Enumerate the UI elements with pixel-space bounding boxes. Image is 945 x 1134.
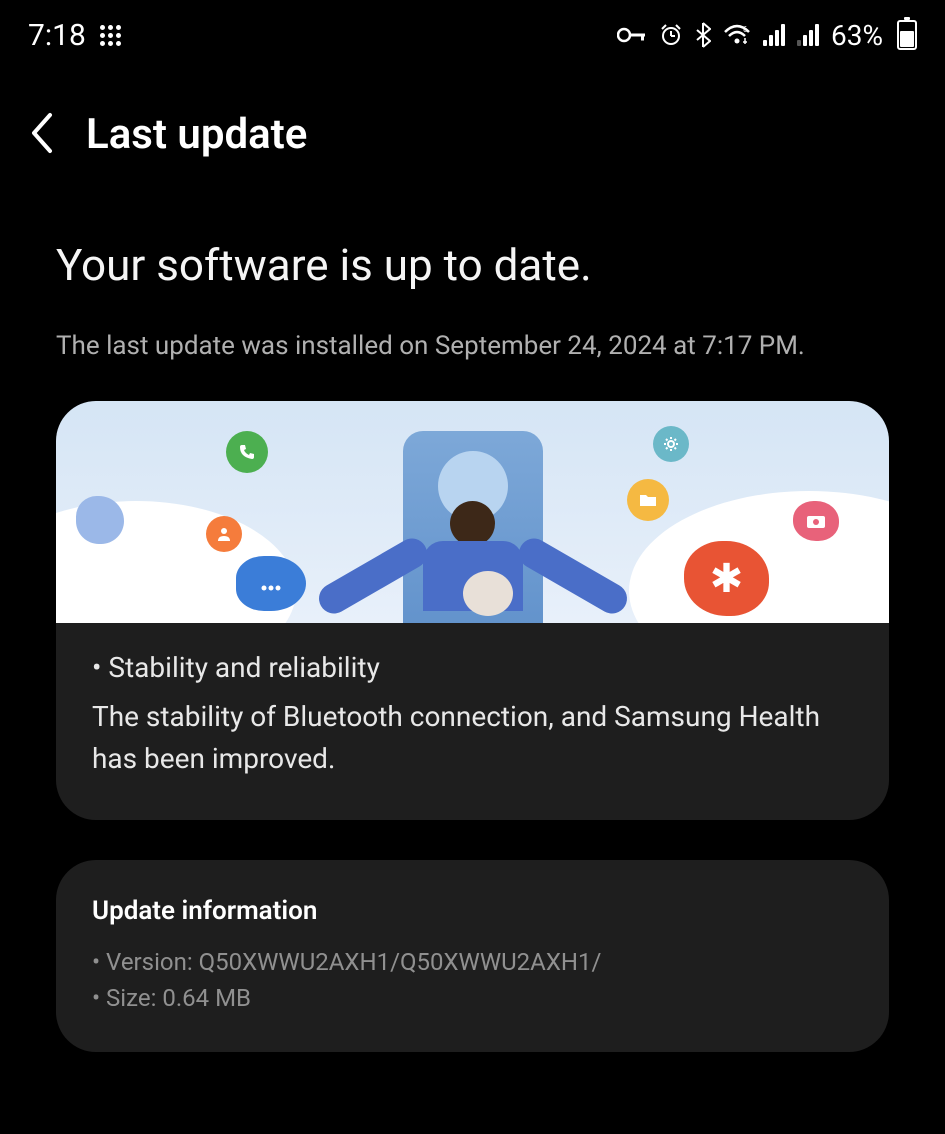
update-bullet-title: • Stability and reliability — [92, 651, 853, 684]
contact-icon — [206, 516, 242, 552]
status-right: 6 63% — [617, 19, 917, 52]
info-version: • Version: Q50XWWU2AXH1/Q50XWWU2AXH1/ — [92, 944, 853, 980]
back-button[interactable] — [28, 111, 56, 159]
camera-icon — [793, 501, 839, 541]
main-heading: Your software is up to date. — [56, 239, 889, 291]
content: Your software is up to date. The last up… — [0, 239, 945, 1052]
app-grid-icon — [100, 25, 121, 46]
info-size: • Size: 0.64 MB — [92, 980, 853, 1016]
gear-icon — [653, 426, 689, 462]
flower-icon: ✱ — [684, 541, 769, 616]
signal-partial-icon — [797, 24, 819, 46]
planet-icon — [76, 496, 124, 544]
update-bullet-description: The stability of Bluetooth connection, a… — [92, 696, 853, 780]
phone-call-icon — [226, 431, 268, 473]
status-time: 7:18 — [28, 18, 86, 53]
bluetooth-icon — [695, 22, 711, 48]
page-title: Last update — [86, 110, 307, 159]
info-card-title: Update information — [92, 896, 853, 926]
svg-text:6: 6 — [743, 25, 748, 34]
dog-illustration — [463, 571, 513, 616]
battery-icon — [897, 20, 917, 50]
update-details: • Stability and reliability The stabilit… — [56, 623, 889, 820]
update-info-card: Update information • Version: Q50XWWU2AX… — [56, 860, 889, 1052]
status-left: 7:18 — [28, 18, 121, 53]
alarm-icon — [659, 23, 683, 47]
update-subtitle: The last update was installed on Septemb… — [56, 331, 889, 361]
vpn-key-icon — [617, 26, 647, 44]
folder-icon — [627, 479, 669, 521]
status-bar: 7:18 6 — [0, 0, 945, 60]
battery-percent: 63% — [831, 19, 883, 52]
update-card: ✱ • Stability and reliability The stabil… — [56, 401, 889, 820]
update-illustration: ✱ — [56, 401, 889, 623]
wifi-icon: 6 — [723, 24, 751, 46]
signal-full-icon — [763, 24, 785, 46]
page-header: Last update — [0, 60, 945, 189]
chat-icon — [236, 556, 306, 611]
